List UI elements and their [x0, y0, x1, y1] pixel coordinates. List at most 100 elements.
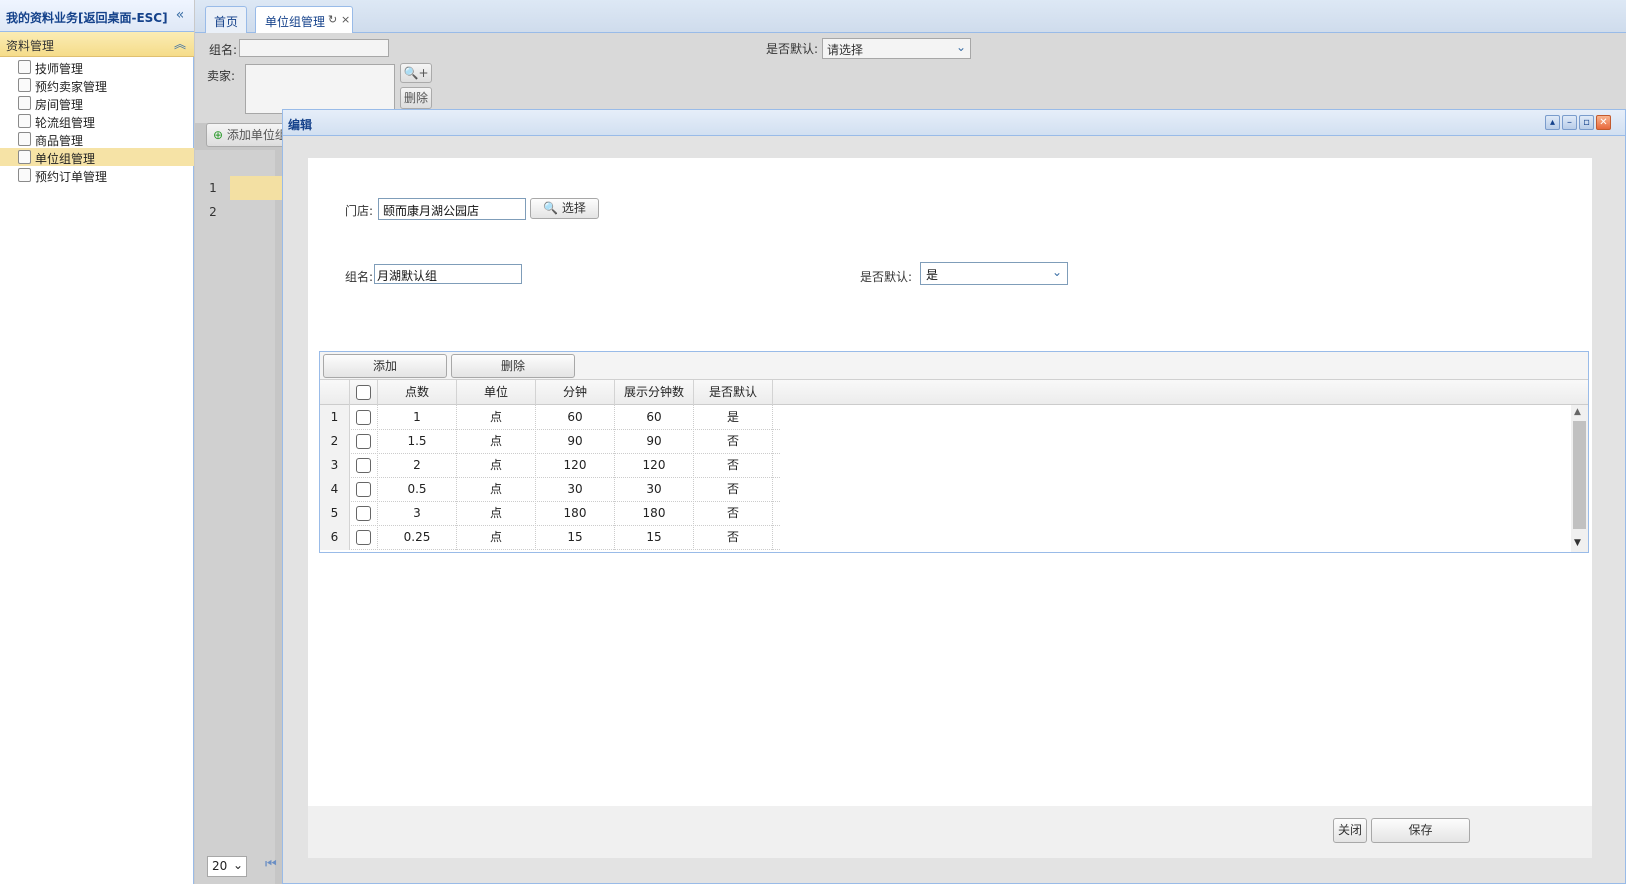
default-select[interactable]: 请选择 ⌄	[822, 38, 971, 59]
sidebar-item-technician[interactable]: 技师管理	[0, 58, 194, 76]
table-row[interactable]: 5 3 点 180 180 否	[320, 501, 780, 526]
scroll-down-icon[interactable]: ▼	[1574, 538, 1581, 548]
group-name-input[interactable]: 月湖默认组	[374, 264, 522, 284]
cell-default[interactable]: 否	[694, 477, 773, 502]
column-header-default[interactable]: 是否默认	[694, 380, 773, 405]
row-checkbox[interactable]	[356, 482, 371, 497]
search-icon: 🔍	[403, 66, 419, 80]
cell-points[interactable]: 0.25	[378, 525, 457, 550]
add-row-button[interactable]: 添加	[323, 354, 447, 378]
grid-scrollbar[interactable]: ▲ ▼	[1571, 405, 1588, 552]
sidebar: 我的资料业务[返回桌面-ESC] « 资料管理 ︽ 技师管理 预约卖家管理 房间…	[0, 0, 194, 884]
cell-display-minutes[interactable]: 180	[615, 501, 694, 526]
maximize-icon[interactable]: ▫	[1579, 115, 1594, 130]
cell-points[interactable]: 2	[378, 453, 457, 478]
scrollbar-thumb[interactable]	[1573, 421, 1586, 529]
cell-display-minutes[interactable]: 30	[615, 477, 694, 502]
column-header-unit[interactable]: 单位	[457, 380, 536, 405]
row-select-cell	[350, 429, 378, 454]
plus-circle-icon: ⊕	[213, 128, 224, 142]
row-checkbox[interactable]	[356, 458, 371, 473]
cell-minutes[interactable]: 15	[536, 525, 615, 550]
sidebar-item-unit-group[interactable]: 单位组管理	[0, 148, 194, 166]
table-row[interactable]: 3 2 点 120 120 否	[320, 453, 780, 478]
cell-points[interactable]: 1	[378, 405, 457, 430]
seller-listbox[interactable]	[245, 64, 395, 114]
row-select-cell	[350, 501, 378, 526]
table-row[interactable]: 4 0.5 点 30 30 否	[320, 477, 780, 502]
row-checkbox[interactable]	[356, 410, 371, 425]
select-all-checkbox[interactable]	[356, 385, 371, 400]
cell-default[interactable]: 否	[694, 525, 773, 550]
cell-minutes[interactable]: 60	[536, 405, 615, 430]
sidebar-item-rotation[interactable]: 轮流组管理	[0, 112, 194, 130]
tab-bar: 首页 单位组管理 ↻ ×	[195, 0, 1626, 33]
cell-unit[interactable]: 点	[457, 453, 536, 478]
search-add-button[interactable]: 🔍+	[400, 63, 432, 83]
default-select[interactable]: 是 ⌄	[920, 262, 1068, 285]
close-icon[interactable]: ✕	[1596, 115, 1611, 130]
row-select-cell	[350, 405, 378, 430]
cell-unit[interactable]: 点	[457, 405, 536, 430]
collapse-up-icon[interactable]: ︽	[174, 35, 186, 52]
collapse-left-icon[interactable]: «	[172, 7, 188, 23]
tab-label: 首页	[214, 15, 239, 29]
tab-unit-group[interactable]: 单位组管理 ↻ ×	[255, 6, 353, 33]
cell-unit[interactable]: 点	[457, 525, 536, 550]
cell-default[interactable]: 是	[694, 405, 773, 430]
group-name-input[interactable]	[239, 39, 389, 57]
page-size-select[interactable]: 20 ⌄	[207, 856, 247, 877]
cell-minutes[interactable]: 30	[536, 477, 615, 502]
collapse-icon[interactable]: ▴	[1545, 115, 1560, 130]
unit-grid: 添加 删除 点数 单位 分钟 展示分钟数 是否默认 1 1 点 60 60 是 2 1.5 点 9…	[319, 351, 1589, 553]
row-checkbox[interactable]	[356, 506, 371, 521]
first-page-icon[interactable]: ⏮	[265, 857, 277, 872]
store-input[interactable]: 颐而康月湖公园店	[378, 198, 526, 220]
cell-display-minutes[interactable]: 15	[615, 525, 694, 550]
seller-delete-button[interactable]: 删除	[400, 87, 432, 109]
column-header-points[interactable]: 点数	[378, 380, 457, 405]
select-store-button[interactable]: 🔍 选择	[530, 198, 599, 219]
cell-display-minutes[interactable]: 60	[615, 405, 694, 430]
sidebar-item-product[interactable]: 商品管理	[0, 130, 194, 148]
row-checkbox[interactable]	[356, 530, 371, 545]
sidebar-item-room[interactable]: 房间管理	[0, 94, 194, 112]
refresh-icon[interactable]: ↻	[328, 13, 337, 26]
sidebar-item-orders[interactable]: 预约订单管理	[0, 166, 194, 184]
cell-minutes[interactable]: 120	[536, 453, 615, 478]
delete-row-button[interactable]: 删除	[451, 354, 575, 378]
cell-points[interactable]: 0.5	[378, 477, 457, 502]
cell-points[interactable]: 3	[378, 501, 457, 526]
group-name-label: 组名:	[345, 270, 374, 284]
cell-default[interactable]: 否	[694, 429, 773, 454]
cell-points[interactable]: 1.5	[378, 429, 457, 454]
cell-default[interactable]: 否	[694, 501, 773, 526]
scroll-up-icon[interactable]: ▲	[1574, 407, 1581, 417]
column-header-display-minutes[interactable]: 展示分钟数	[615, 380, 694, 405]
close-button[interactable]: 关闭	[1333, 818, 1367, 843]
cell-unit[interactable]: 点	[457, 429, 536, 454]
document-icon	[18, 114, 31, 128]
cell-display-minutes[interactable]: 90	[615, 429, 694, 454]
cell-default[interactable]: 否	[694, 453, 773, 478]
cell-unit[interactable]: 点	[457, 501, 536, 526]
table-row[interactable]: 2 1.5 点 90 90 否	[320, 429, 780, 454]
table-row[interactable]: 6 0.25 点 15 15 否	[320, 525, 780, 550]
sidebar-group-header[interactable]: 资料管理 ︽	[0, 32, 194, 57]
cell-unit[interactable]: 点	[457, 477, 536, 502]
column-header-minutes[interactable]: 分钟	[536, 380, 615, 405]
cell-minutes[interactable]: 90	[536, 429, 615, 454]
close-tab-icon[interactable]: ×	[341, 13, 350, 26]
minimize-icon[interactable]: –	[1562, 115, 1577, 130]
sidebar-item-seller[interactable]: 预约卖家管理	[0, 76, 194, 94]
background-grid	[195, 150, 275, 884]
table-row[interactable]: 1 1 点 60 60 是	[320, 405, 780, 430]
row-select-cell	[350, 477, 378, 502]
save-button[interactable]: 保存	[1371, 818, 1470, 843]
tab-home[interactable]: 首页	[205, 6, 247, 33]
sidebar-title[interactable]: 我的资料业务[返回桌面-ESC]	[6, 9, 168, 26]
cell-display-minutes[interactable]: 120	[615, 453, 694, 478]
row-checkbox[interactable]	[356, 434, 371, 449]
cell-minutes[interactable]: 180	[536, 501, 615, 526]
add-button-label: 添加	[372, 359, 397, 373]
